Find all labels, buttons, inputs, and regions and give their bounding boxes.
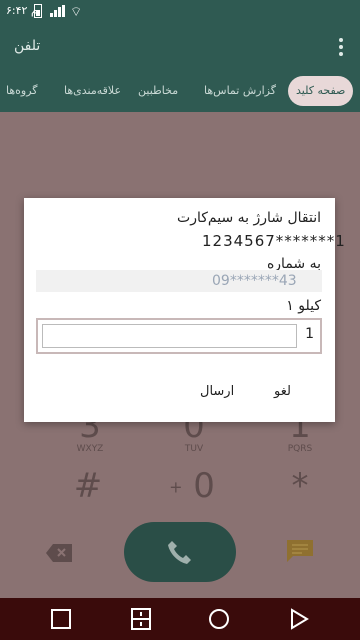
battery-icon bbox=[34, 4, 42, 18]
tab-groups[interactable]: گروه‌ها bbox=[6, 76, 38, 106]
status-bar: ۶:۴۲ م ⌔ bbox=[0, 0, 360, 24]
dial-key-star[interactable]: * bbox=[270, 468, 330, 504]
status-time: ۶:۴۲ م bbox=[6, 4, 38, 17]
app-bar: تلفن bbox=[0, 24, 360, 70]
more-vert-icon[interactable] bbox=[338, 36, 344, 58]
home-icon[interactable] bbox=[208, 608, 230, 630]
send-button[interactable]: ارسال bbox=[200, 384, 234, 399]
dialog-title: انتقال شارژ به سیم‌کارت bbox=[177, 210, 321, 226]
dialog-amount-label: ۱ کیلو bbox=[286, 298, 321, 314]
dial-key-hash[interactable]: # bbox=[58, 468, 118, 504]
call-button[interactable] bbox=[124, 522, 236, 582]
message-icon[interactable] bbox=[287, 540, 313, 562]
wifi-icon: ⌔ bbox=[70, 5, 83, 20]
pin-input[interactable]: 1 bbox=[36, 318, 322, 354]
pin-input-inner[interactable] bbox=[42, 324, 297, 348]
masked-target-number: 09*******43 bbox=[212, 273, 297, 289]
recents-icon[interactable] bbox=[50, 608, 72, 630]
tab-call-log[interactable]: گزارش تماس‌ها bbox=[204, 76, 276, 106]
phone-icon bbox=[168, 541, 191, 564]
keyboard-switch-icon[interactable] bbox=[130, 608, 152, 630]
transfer-dialog: انتقال شارژ به سیم‌کارت 1234567*******1 … bbox=[24, 198, 345, 422]
target-number-field: 09*******43 bbox=[36, 270, 322, 292]
backspace-icon[interactable] bbox=[46, 544, 72, 562]
signal-icon bbox=[50, 5, 65, 17]
system-nav-bar bbox=[0, 598, 360, 640]
dial-key-zero[interactable]: + 0 bbox=[152, 468, 232, 506]
tab-favorites[interactable]: علاقه‌مندی‌ها bbox=[64, 76, 121, 106]
masked-source-number: 1234567*******1 bbox=[202, 232, 346, 250]
app-title: تلفن bbox=[14, 38, 41, 54]
pin-input-value: 1 bbox=[305, 326, 314, 342]
cancel-button[interactable]: لغو bbox=[274, 384, 291, 399]
tab-keypad[interactable]: صفحه کلید bbox=[288, 76, 354, 106]
tab-contacts[interactable]: مخاطبین bbox=[138, 76, 178, 106]
tab-bar: صفحه کلید گزارش تماس‌ها مخاطبین علاقه‌من… bbox=[0, 70, 360, 112]
back-icon[interactable] bbox=[288, 608, 310, 630]
